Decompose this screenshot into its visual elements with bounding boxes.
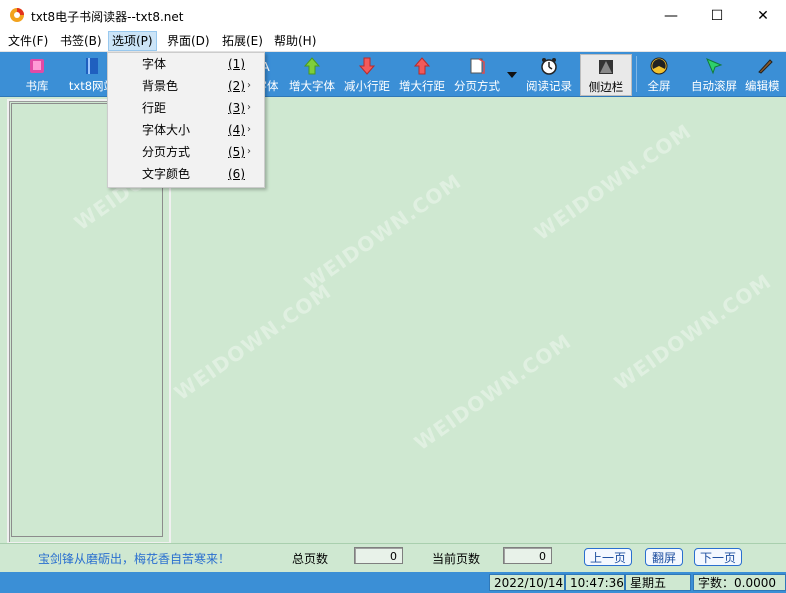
increase-font-icon (303, 57, 321, 75)
toolbar-edit-mode-label: 编辑模 (745, 79, 780, 93)
auto-scroll-icon (706, 58, 723, 75)
current-page-label: 当前页数 (432, 552, 481, 566)
toolbar-decrease-linespacing-button[interactable]: 减小行距 (340, 54, 394, 94)
options-menu-line-spacing[interactable]: 行距 (3) › (108, 97, 264, 119)
toolbar-history-label: 阅读记录 (526, 79, 572, 93)
chevron-right-icon: › (247, 146, 251, 157)
menu-file[interactable]: 文件(F) (5, 32, 51, 50)
options-menu-pagination[interactable]: 分页方式 (5) › (108, 141, 264, 163)
menu-extend[interactable]: 拓展(E) (219, 32, 266, 50)
flip-screen-button[interactable]: 翻屏 (645, 548, 683, 566)
minimize-icon: — (664, 7, 678, 24)
maximize-button[interactable]: ☐ (694, 0, 740, 31)
toolbar-sidebar-button[interactable]: 侧边栏 (580, 54, 632, 96)
status-time: 10:47:36 (565, 574, 625, 591)
menu-options[interactable]: 选项(P) (108, 31, 157, 51)
menu-item-shortcut: (3) (228, 101, 245, 115)
reading-history-icon (541, 58, 557, 75)
window-title: txt8电子书阅读器--txt8.net (31, 10, 184, 24)
status-weekday: 星期五 (625, 574, 691, 591)
toolbar-pagination-label: 分页方式 (454, 79, 500, 93)
app-logo-icon (10, 8, 24, 22)
toolbar-increase-linespacing-label: 增大行距 (399, 79, 445, 93)
increase-line-spacing-icon (413, 57, 431, 75)
chevron-right-icon: › (247, 80, 251, 91)
edit-mode-icon (757, 59, 773, 74)
menu-item-label: 字体大小 (142, 123, 191, 137)
menu-item-shortcut: (5) (228, 145, 245, 159)
toolbar-autoscroll-label: 自动滚屏 (691, 79, 737, 93)
decrease-line-spacing-icon (358, 57, 376, 75)
menu-item-shortcut: (4) (228, 123, 245, 137)
book-library-icon (30, 59, 44, 73)
status-char-count: 字数：0.0000 (693, 574, 786, 591)
options-menu-text-color[interactable]: 文字颜色 (6) (108, 163, 264, 185)
menu-item-label: 背景色 (142, 79, 179, 93)
current-page-field[interactable]: 0 (503, 547, 552, 564)
status-date: 2022/10/14 (489, 574, 565, 591)
toolbar-decrease-linespacing-label: 减小行距 (344, 79, 390, 93)
toolbar-separator (636, 56, 637, 92)
menu-bar: 文件(F) 书签(B) 选项(P) 界面(D) 拓展(E) 帮助(H) (0, 31, 786, 52)
title-bar[interactable]: txt8电子书阅读器--txt8.net — ☐ ✕ (0, 0, 786, 31)
toolbar-increase-font-button[interactable]: 增大字体 (286, 54, 338, 94)
menu-item-shortcut: (1) (228, 57, 245, 71)
menu-item-label: 字体 (142, 57, 167, 71)
menu-item-label: 分页方式 (142, 145, 191, 159)
chevron-down-icon (507, 72, 517, 78)
toolbar-fullscreen-button[interactable]: 全屏 (640, 54, 678, 94)
total-pages-label: 总页数 (292, 552, 329, 566)
close-button[interactable]: ✕ (740, 0, 786, 31)
status-bar: 2022/10/14 10:47:36 星期五 字数：0.0000 (0, 572, 786, 593)
toolbar-library-label: 书库 (25, 79, 49, 93)
prev-page-button[interactable]: 上一页 (584, 548, 632, 566)
menu-item-shortcut: (6) (228, 167, 245, 181)
toolbar-sidebar-label: 侧边栏 (588, 80, 624, 94)
pagination-icon (470, 58, 485, 74)
motto-text: 宝剑锋从磨砺出，梅花香自苦寒来！ (38, 552, 231, 566)
page-navigation-bar: 宝剑锋从磨砺出，梅花香自苦寒来！ 总页数 0 当前页数 0 上一页 翻屏 下一页 (0, 543, 786, 572)
toolbar-edit-mode-button[interactable]: 编辑模 (743, 54, 786, 94)
menu-item-label: 文字颜色 (142, 167, 191, 181)
toolbar-pagination-dropdown[interactable] (505, 54, 519, 94)
close-icon: ✕ (757, 7, 769, 24)
chevron-right-icon: › (247, 102, 251, 113)
sidebar-icon (599, 60, 613, 74)
maximize-icon: ☐ (710, 7, 724, 24)
fullscreen-icon (650, 57, 668, 75)
menu-item-label: 行距 (142, 101, 167, 115)
toolbar-pagination-button[interactable]: 分页方式 (450, 54, 504, 94)
total-pages-field: 0 (354, 547, 403, 564)
menu-item-shortcut: (2) (228, 79, 245, 93)
options-menu-font-size[interactable]: 字体大小 (4) › (108, 119, 264, 141)
chevron-right-icon: › (247, 124, 251, 135)
toolbar-library-button[interactable]: 书库 (14, 54, 60, 94)
toolbar-increase-linespacing-button[interactable]: 增大行距 (395, 54, 449, 94)
toolbar-increase-font-label: 增大字体 (289, 79, 335, 93)
options-dropdown-menu: 字体 (1) 背景色 (2) › 行距 (3) › 字体大小 (4) › 分页方… (107, 52, 265, 188)
website-book-icon (86, 58, 98, 74)
next-page-button[interactable]: 下一页 (694, 548, 742, 566)
minimize-button[interactable]: — (648, 0, 694, 31)
options-menu-font[interactable]: 字体 (1) (108, 53, 264, 75)
menu-interface[interactable]: 界面(D) (164, 32, 213, 50)
toolbar-autoscroll-button[interactable]: 自动滚屏 (688, 54, 740, 94)
menu-help[interactable]: 帮助(H) (271, 32, 319, 50)
toolbar-history-button[interactable]: 阅读记录 (522, 54, 576, 94)
toolbar-fullscreen-label: 全屏 (647, 79, 671, 93)
options-menu-background-color[interactable]: 背景色 (2) › (108, 75, 264, 97)
menu-bookmarks[interactable]: 书签(B) (57, 32, 105, 50)
